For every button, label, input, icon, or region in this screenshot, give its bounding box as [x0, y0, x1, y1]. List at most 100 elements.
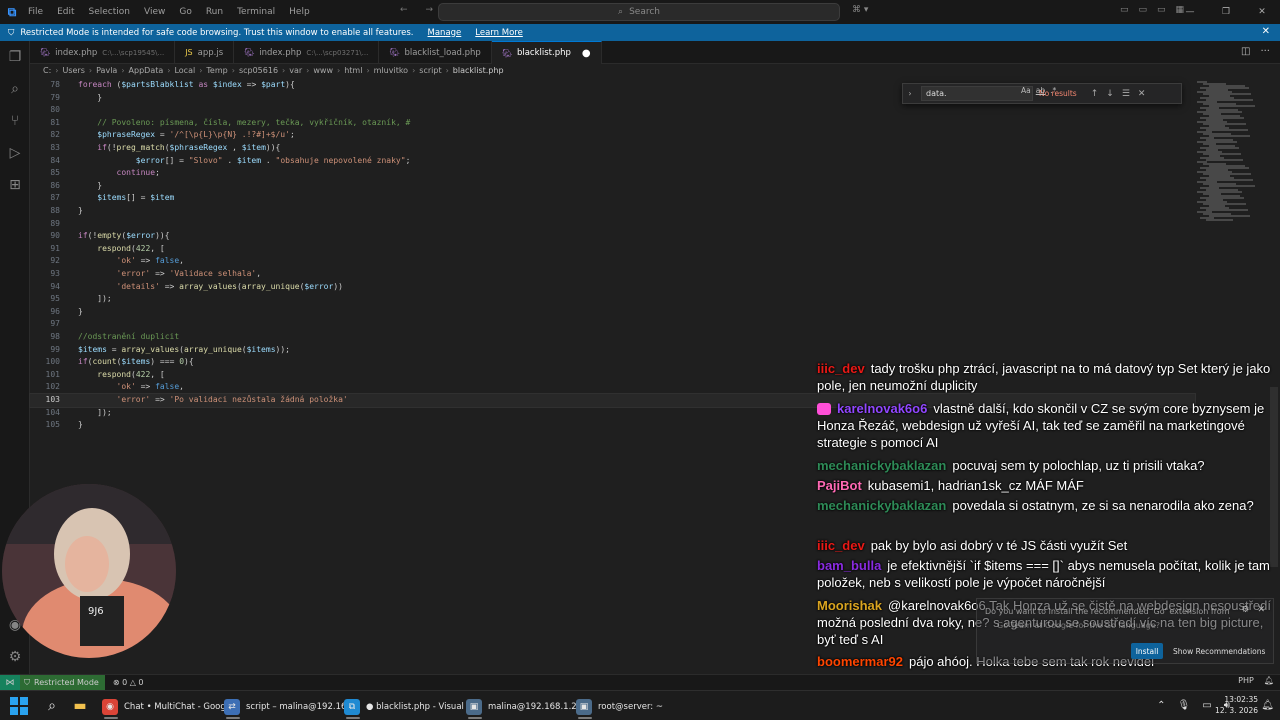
breadcrumb-item[interactable]: Pavla — [96, 66, 117, 78]
code-line[interactable]: 81 // Povoleno: písmena, čísla, mezery, … — [30, 117, 1195, 130]
notifications-bell-icon[interactable]: 🔔︎ — [1264, 676, 1274, 685]
code-line[interactable]: 94 'details' => array_values(array_uniqu… — [30, 281, 1195, 294]
command-center-search[interactable]: ⌕ Search — [438, 3, 840, 21]
tab-blacklist-load-php[interactable]: 🐘︎ blacklist_load.php — [379, 41, 492, 64]
taskbar-app[interactable]: ⧉ ● blacklist.php - Visual S — [340, 695, 476, 719]
run-debug-icon[interactable]: ▷ — [7, 145, 23, 161]
code-line[interactable]: 93 'error' => 'Validace selhala', — [30, 268, 1195, 281]
taskbar-clock[interactable]: 13:02:35 12. 3. 2026 — [1215, 694, 1258, 716]
breadcrumb-item[interactable]: script — [419, 66, 441, 78]
menu-selection[interactable]: Selection — [89, 7, 130, 17]
menu-help[interactable]: Help — [289, 7, 310, 17]
menu-view[interactable]: View — [144, 7, 165, 17]
source-control-icon[interactable]: ⑂ — [7, 113, 23, 129]
tray-overflow-icon[interactable]: ⌃ — [1157, 700, 1165, 711]
breadcrumb-item[interactable]: html — [344, 66, 362, 78]
remote-icon[interactable]: ⋈ — [0, 674, 20, 691]
menu-edit[interactable]: Edit — [57, 7, 74, 17]
language-mode[interactable]: PHP — [1238, 676, 1254, 685]
toast-settings-gear-icon[interactable]: ⚙ — [1241, 605, 1249, 615]
back-arrow-icon[interactable]: ← — [400, 5, 408, 15]
file-explorer-icon[interactable]: ▬ — [70, 696, 90, 716]
taskbar-app[interactable]: ◉ Chat • MultiChat - Goog — [98, 695, 230, 719]
tab-blacklist-php[interactable]: 🐘︎ blacklist.php ● — [491, 41, 602, 64]
breadcrumb-item[interactable]: C: — [43, 66, 51, 78]
code-line[interactable]: 88} — [30, 205, 1195, 218]
code-line[interactable]: 82 $phraseRegex = '/^[\p{L}\p{N} .!?#]+$… — [30, 129, 1195, 142]
minimize-icon[interactable]: — — [1172, 0, 1208, 24]
breadcrumb-item[interactable]: Temp — [206, 66, 227, 78]
forward-arrow-icon[interactable]: → — [426, 5, 434, 15]
toggle-secondary-sidebar-icon[interactable]: ▭ — [1157, 5, 1166, 15]
code-line[interactable]: 97 — [30, 318, 1195, 331]
learn-more-link[interactable]: Learn More — [475, 28, 523, 38]
find-in-selection-icon[interactable]: ☰ — [1122, 89, 1130, 99]
code-line[interactable]: 95 ]); — [30, 293, 1195, 306]
copilot-icon[interactable]: ⌘ ▾ — [852, 5, 868, 15]
code-line[interactable]: 99 $items = array_values(array_unique($it… — [30, 344, 1195, 357]
menu-go[interactable]: Go — [179, 7, 191, 17]
split-editor-icon[interactable]: ◫ — [1241, 46, 1250, 57]
more-actions-icon[interactable]: ··· — [1260, 46, 1270, 57]
code-line[interactable]: 83 if(!preg_match($phraseRegex , $item))… — [30, 142, 1195, 155]
microphone-icon[interactable]: 🎙︎ — [1178, 700, 1191, 711]
regex-button[interactable]: .* — [1050, 86, 1056, 95]
breadcrumb-item[interactable]: www — [313, 66, 333, 78]
minimap[interactable] — [1195, 79, 1267, 229]
toggle-panel-icon[interactable]: ▭ — [1139, 5, 1148, 15]
code-line[interactable]: 91 respond(422, [ — [30, 243, 1195, 256]
find-input[interactable]: data. — [921, 86, 1033, 101]
toggle-replace-icon[interactable]: › — [903, 89, 917, 98]
code-line[interactable]: 85 continue; — [30, 167, 1195, 180]
match-word-button[interactable]: ab — [1036, 86, 1045, 95]
toast-close-icon[interactable]: ✕ — [1257, 605, 1265, 615]
windows-start-icon[interactable] — [10, 697, 28, 715]
previous-match-icon[interactable]: ↑ — [1091, 89, 1099, 99]
menu-run[interactable]: Run — [206, 7, 223, 17]
extensions-icon[interactable]: ⊞ — [7, 177, 23, 193]
code-line[interactable]: 96} — [30, 306, 1195, 319]
menu-terminal[interactable]: Terminal — [237, 7, 275, 17]
taskbar-search-icon[interactable]: ⌕ — [42, 696, 62, 716]
code-line[interactable]: 87 $items[] = $item — [30, 192, 1195, 205]
search-icon[interactable]: ⌕ — [7, 81, 23, 97]
breadcrumb-item[interactable]: Local — [174, 66, 195, 78]
code-line[interactable]: 89 — [30, 218, 1195, 231]
taskbar-app[interactable]: ⇄ script – malina@192.168 — [220, 695, 356, 719]
restricted-mode-indicator[interactable]: ⋈ ⛉ Restricted Mode — [0, 674, 105, 691]
match-case-button[interactable]: Aa — [1021, 86, 1031, 95]
breadcrumb-item[interactable]: Users — [62, 66, 84, 78]
taskbar-app[interactable]: ▣ root@server: ~ — [572, 695, 667, 719]
maximize-icon[interactable]: ❐ — [1208, 0, 1244, 24]
breadcrumb-item[interactable]: blacklist.php — [453, 66, 504, 78]
breadcrumb-item[interactable]: scp05616 — [239, 66, 278, 78]
code-line[interactable]: 86 } — [30, 180, 1195, 193]
close-window-icon[interactable]: ✕ — [1244, 0, 1280, 24]
tab-index-php[interactable]: 🐘︎ index.php C:\...\scp03271\... — [234, 41, 380, 64]
unsaved-dot-icon[interactable]: ● — [582, 48, 591, 59]
manage-link[interactable]: Manage — [428, 28, 462, 38]
show-recommendations-button[interactable]: Show Recommendations — [1173, 647, 1265, 656]
chat-message: bam_bulla je efektivnější `if $items === … — [817, 557, 1277, 591]
code-line[interactable]: 84 $error[] = "Slovo" . $item . "obsahuj… — [30, 155, 1195, 168]
tab-app-js[interactable]: JS app.js — [175, 41, 235, 64]
problems-indicator[interactable]: ⊗ 0 △ 0 — [113, 678, 144, 687]
settings-gear-icon[interactable]: ⚙ — [7, 649, 23, 665]
close-banner-icon[interactable]: ✕ — [1262, 26, 1270, 37]
install-button[interactable]: Install — [1131, 643, 1163, 659]
explorer-icon[interactable]: ❐ — [7, 49, 23, 65]
toggle-sidebar-icon[interactable]: ▭ — [1120, 5, 1129, 15]
breadcrumb-item[interactable]: var — [289, 66, 302, 78]
close-find-icon[interactable]: ✕ — [1138, 89, 1146, 99]
breadcrumb-item[interactable]: AppData — [129, 66, 164, 78]
menu-file[interactable]: File — [28, 7, 43, 17]
next-match-icon[interactable]: ↓ — [1106, 89, 1114, 99]
network-icon[interactable]: ▭ — [1202, 700, 1211, 711]
notification-center-icon[interactable]: 🔔︎ — [1261, 700, 1274, 711]
code-line[interactable]: 98 //odstranění duplicit — [30, 331, 1195, 344]
code-line[interactable]: 80 — [30, 104, 1195, 117]
tab-index-php[interactable]: 🐘︎ index.php C:\...\scp19545\... — [30, 41, 176, 64]
breadcrumb-item[interactable]: mluvitko — [374, 66, 408, 78]
code-line[interactable]: 92 'ok' => false, — [30, 255, 1195, 268]
code-line[interactable]: 90 if(!empty($error)){ — [30, 230, 1195, 243]
